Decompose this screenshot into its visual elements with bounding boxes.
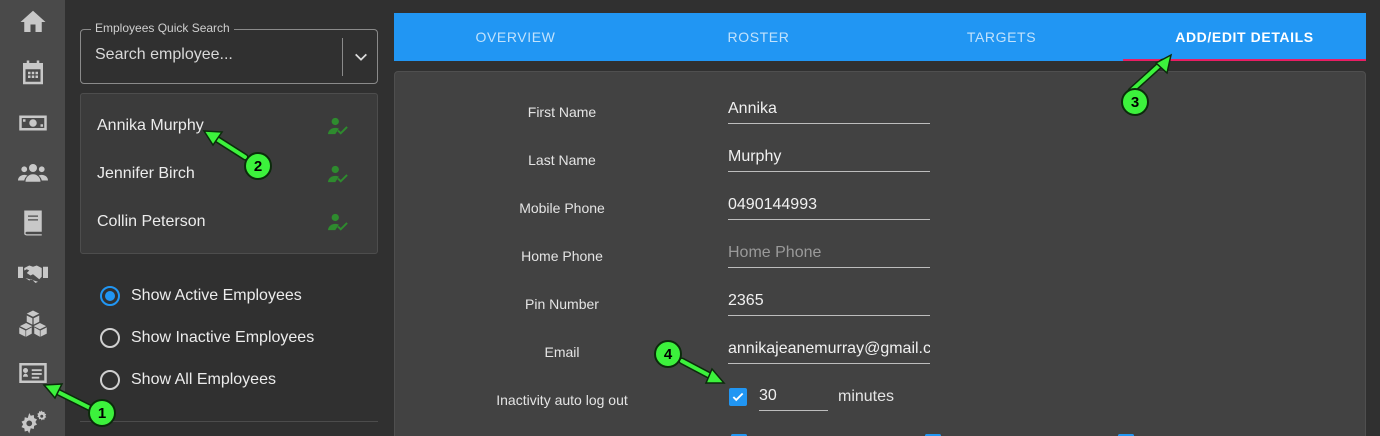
radio-checked[interactable] (100, 286, 120, 306)
pin-number-label: Pin Number (525, 296, 599, 312)
icon-rail (0, 0, 65, 436)
rail-money[interactable] (0, 101, 65, 145)
rail-home[interactable] (0, 0, 65, 44)
mobile-phone-label: Mobile Phone (519, 200, 605, 216)
employee-side-panel: Employees Quick Search Annika Murphy Jen… (65, 0, 394, 436)
mobile-phone-field[interactable] (728, 190, 930, 220)
annotation-marker: 1 (88, 399, 116, 427)
rail-employees[interactable] (0, 151, 65, 195)
employee-name: Annika Murphy (97, 117, 204, 134)
calendar-icon (22, 60, 43, 85)
tab-add-edit-details[interactable]: ADD/EDIT DETAILS (1123, 13, 1366, 61)
radio-label: Show Active Employees (131, 287, 302, 304)
radio-label: Show Inactive Employees (131, 329, 315, 346)
boxes-icon (18, 310, 47, 337)
employee-list-item[interactable]: Annika Murphy (81, 102, 377, 150)
first-name-field[interactable] (728, 94, 930, 124)
employee-list-item[interactable]: Jennifer Birch (81, 150, 377, 198)
users-icon (17, 164, 48, 182)
search-input[interactable] (95, 46, 325, 64)
email-field[interactable] (728, 334, 930, 364)
radio-unchecked[interactable] (100, 328, 120, 348)
money-icon (18, 115, 47, 131)
first-name-label: First Name (527, 104, 597, 120)
tab-overview[interactable]: OVERVIEW (394, 13, 637, 61)
employee-list: Annika Murphy Jennifer Birch Collin Pete… (80, 93, 378, 254)
inactivity-minutes-field[interactable] (759, 381, 828, 411)
search-divider (342, 38, 343, 76)
filter-inactive-employees[interactable]: Show Inactive Employees (100, 323, 314, 353)
checkmark-icon (732, 392, 744, 402)
user-check-icon (328, 165, 348, 183)
rail-id-card[interactable] (0, 351, 65, 395)
rail-handshake[interactable] (0, 251, 65, 295)
handshake-icon (17, 265, 48, 283)
annotation-marker: 2 (244, 152, 272, 180)
radio-label: Show All Employees (131, 371, 276, 388)
filter-all-employees[interactable]: Show All Employees (100, 365, 276, 395)
employee-name: Jennifer Birch (97, 165, 195, 182)
annotation-marker: 4 (654, 340, 682, 368)
pin-number-field[interactable] (728, 286, 930, 316)
rail-boxes[interactable] (0, 301, 65, 345)
radio-unchecked[interactable] (100, 370, 120, 390)
employee-name: Collin Peterson (97, 213, 206, 230)
minutes-unit-label: minutes (838, 388, 895, 405)
search-legend: Employees Quick Search (91, 21, 234, 35)
tab-targets[interactable]: TARGETS (880, 13, 1123, 61)
user-check-icon (328, 213, 348, 231)
last-name-field[interactable] (728, 142, 930, 172)
filter-active-employees[interactable]: Show Active Employees (100, 281, 302, 311)
employee-details-form: First Name Last Name Mobile Phone Home P… (394, 71, 1366, 436)
employee-quick-search: Employees Quick Search (80, 21, 378, 84)
home-icon (20, 10, 45, 32)
tab-roster[interactable]: ROSTER (637, 13, 880, 61)
home-phone-label: Home Phone (521, 248, 603, 264)
rail-calendar[interactable] (0, 51, 65, 95)
last-name-label: Last Name (528, 152, 596, 168)
gears-icon (21, 410, 46, 434)
tab-bar: OVERVIEW ROSTER TARGETS ADD/EDIT DETAILS (394, 13, 1366, 61)
divider (80, 421, 378, 422)
id-card-icon (18, 363, 47, 383)
book-icon (23, 210, 42, 236)
annotation-marker: 3 (1121, 88, 1149, 116)
rail-book[interactable] (0, 201, 65, 245)
inactivity-label: Inactivity auto log out (496, 392, 628, 408)
home-phone-field[interactable] (728, 238, 930, 268)
search-dropdown-button[interactable] (347, 44, 375, 70)
rail-settings[interactable] (0, 401, 65, 436)
chevron-down-icon (355, 53, 367, 61)
inactivity-checkbox[interactable] (729, 388, 747, 406)
employee-list-item[interactable]: Collin Peterson (81, 198, 377, 246)
user-check-icon (328, 117, 348, 135)
